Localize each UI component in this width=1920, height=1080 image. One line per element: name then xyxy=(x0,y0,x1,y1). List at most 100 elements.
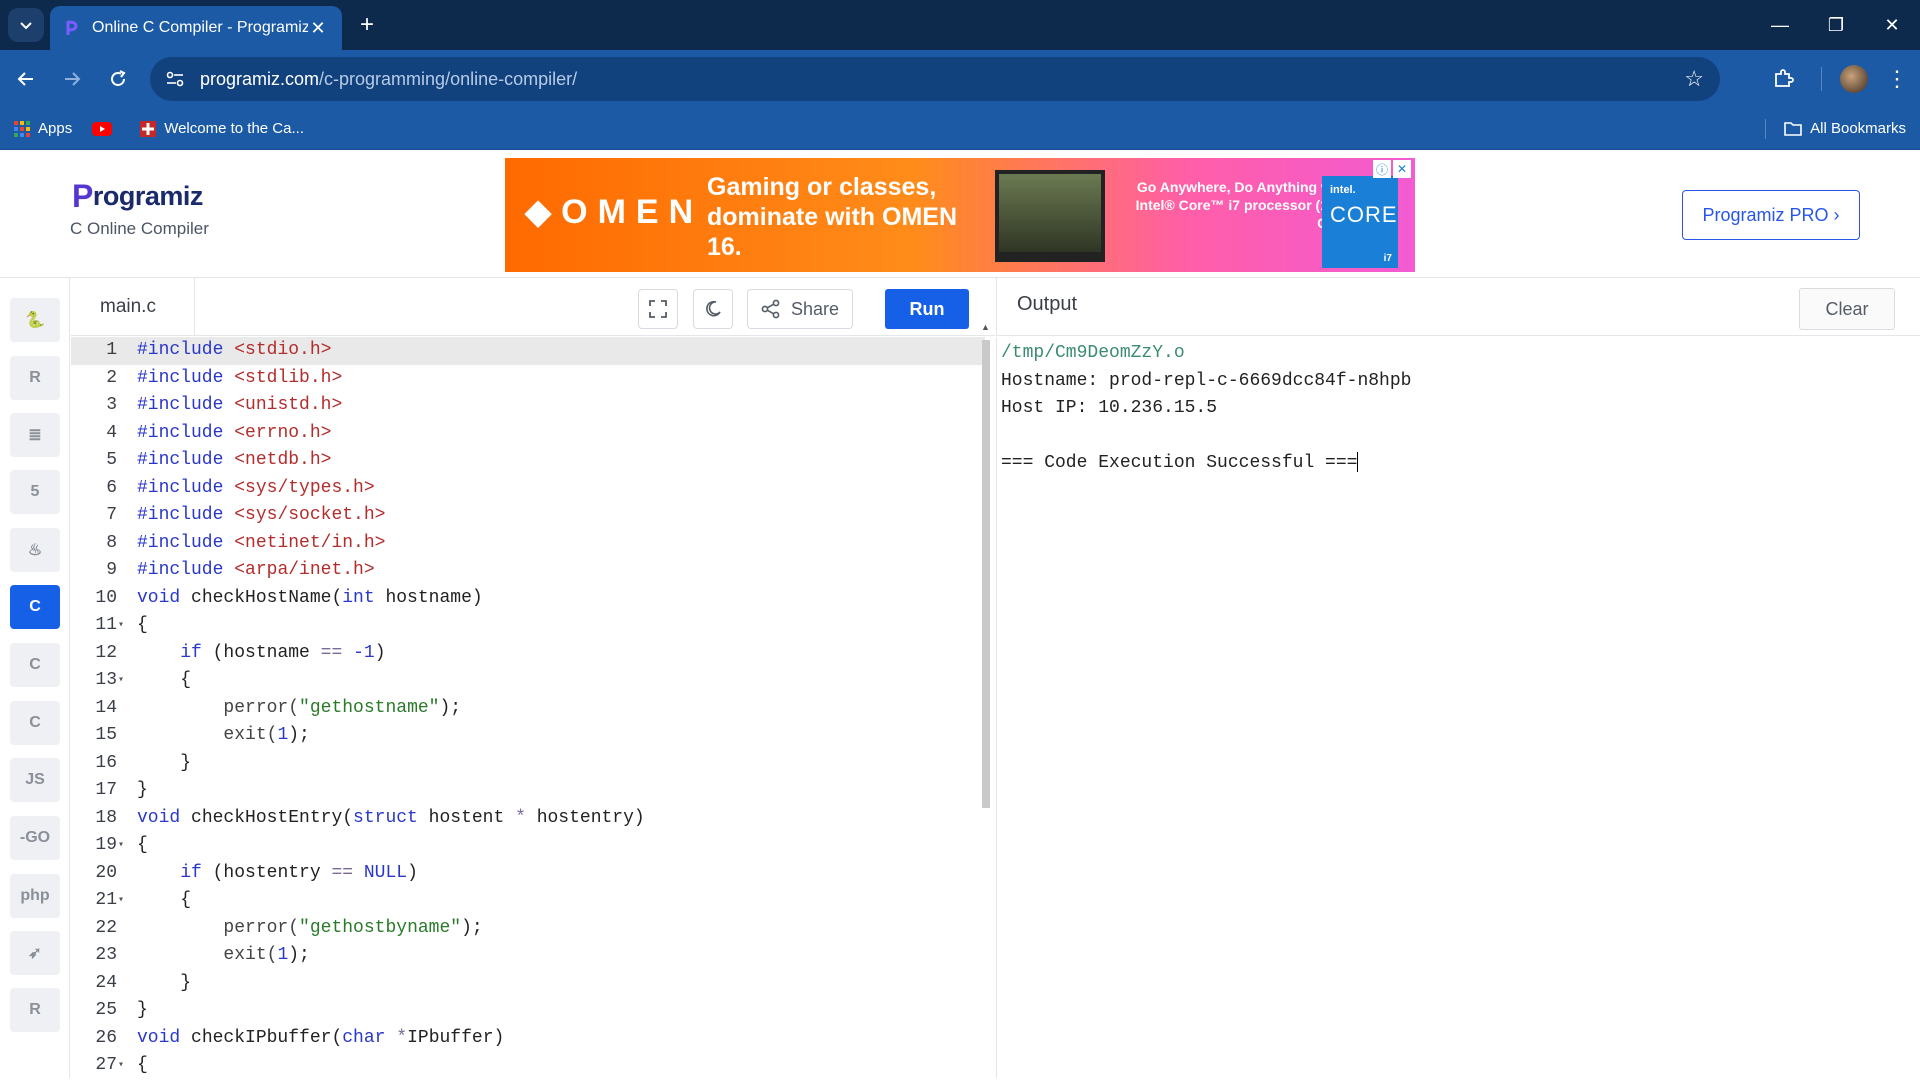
lang-python-icon[interactable]: 🐍 xyxy=(10,298,60,342)
code-token: if xyxy=(180,862,202,883)
code-text: { xyxy=(137,1052,148,1078)
code-token: -1 xyxy=(353,642,375,663)
code-text: void checkHostName(int hostname) xyxy=(137,585,483,613)
back-button[interactable] xyxy=(6,59,46,99)
code-token: perror( xyxy=(223,917,300,938)
code-line[interactable]: 6 #include <sys/types.h> xyxy=(71,475,985,503)
lang-sql-icon[interactable]: ≣ xyxy=(10,413,60,457)
code-line[interactable]: 10 void checkHostName(int hostname) xyxy=(71,585,985,613)
bookmark-label: Welcome to the Ca... xyxy=(164,120,304,137)
code-line[interactable]: 9 #include <arpa/inet.h> xyxy=(71,557,985,585)
fold-toggle-icon[interactable]: ▾ xyxy=(118,612,128,640)
code-line[interactable]: 11 ▾ { xyxy=(71,612,985,640)
lang-swift-icon[interactable]: ➶ xyxy=(10,931,60,975)
share-button[interactable]: Share xyxy=(747,289,853,329)
code-line[interactable]: 2 #include <stdlib.h> xyxy=(71,365,985,393)
code-line[interactable]: 24 } xyxy=(71,970,985,998)
lang-csharp-icon[interactable]: C xyxy=(10,701,60,745)
clear-button[interactable]: Clear xyxy=(1799,288,1895,330)
code-line[interactable]: 3 #include <unistd.h> xyxy=(71,392,985,420)
code-line[interactable]: 17} xyxy=(71,777,985,805)
programiz-logo[interactable]: Programiz C Online Compiler xyxy=(70,178,209,239)
reload-button[interactable] xyxy=(98,59,138,99)
code-line[interactable]: 22 perror("gethostbyname"); xyxy=(71,915,985,943)
lang-r-icon[interactable]: R xyxy=(10,356,60,400)
tab-close-icon[interactable]: ✕ xyxy=(308,18,328,39)
code-line[interactable]: 19 ▾ { xyxy=(71,832,985,860)
code-line[interactable]: 27 ▾ { xyxy=(71,1052,985,1078)
advertisement-banner[interactable]: ◆OMEN Gaming or classes, dominate with O… xyxy=(505,158,1415,272)
lang-javascript-icon[interactable]: JS xyxy=(10,758,60,802)
minimize-icon[interactable]: — xyxy=(1752,0,1808,50)
close-window-icon[interactable]: ✕ xyxy=(1864,0,1920,50)
lang-go-icon[interactable]: -GO xyxy=(10,816,60,860)
output-console[interactable]: /tmp/Cm9DeomZzY.o Hostname: prod-repl-c-6… xyxy=(996,337,1920,1078)
lang-php-icon[interactable]: php xyxy=(10,874,60,918)
ad-info-icon[interactable]: ⓘ xyxy=(1373,160,1391,178)
code-token: } xyxy=(137,972,192,993)
restore-icon[interactable]: ❐ xyxy=(1808,0,1864,50)
site-info-icon[interactable] xyxy=(166,71,186,87)
code-line[interactable]: 25} xyxy=(71,997,985,1025)
code-line[interactable]: 1 #include <stdio.h> xyxy=(71,337,985,365)
code-line[interactable]: 8 #include <netinet/in.h> xyxy=(71,530,985,558)
dark-mode-button[interactable] xyxy=(693,289,733,329)
code-line[interactable]: 13 ▾ { xyxy=(71,667,985,695)
folder-icon xyxy=(1784,121,1802,136)
programiz-pro-button[interactable]: Programiz PRO › xyxy=(1682,190,1860,240)
scroll-up-icon[interactable]: ▲ xyxy=(981,322,990,332)
ad-laptop-image xyxy=(995,170,1105,262)
fold-toggle-icon[interactable]: ▾ xyxy=(118,667,128,695)
lang-c-icon[interactable]: C xyxy=(10,585,60,629)
file-tab[interactable]: main.c xyxy=(71,278,195,336)
kebab-menu-icon[interactable]: ⋮ xyxy=(1886,66,1908,92)
code-line[interactable]: 23 exit(1); xyxy=(71,942,985,970)
ad-close-icon[interactable]: ✕ xyxy=(1393,160,1411,178)
output-line: /tmp/Cm9DeomZzY.o xyxy=(1001,340,1920,368)
bookmark-star-icon[interactable]: ☆ xyxy=(1684,66,1704,92)
code-line[interactable]: 5 #include <netdb.h> xyxy=(71,447,985,475)
fullscreen-button[interactable] xyxy=(638,289,678,329)
fold-toggle-icon[interactable]: ▾ xyxy=(118,887,128,915)
code-line[interactable]: 21 ▾ { xyxy=(71,887,985,915)
code-editor[interactable]: 1 #include <stdio.h> 2 #include <stdlib.h> 3… xyxy=(71,337,985,1078)
code-line[interactable]: 18 void checkHostEntry(struct hostent * h… xyxy=(71,805,985,833)
intel-badge: intel. CORE i7 xyxy=(1322,176,1398,268)
extensions-icon[interactable] xyxy=(1763,59,1803,99)
browser-tab-active[interactable]: Online C Compiler - Programiz ✕ xyxy=(50,6,342,50)
code-line[interactable]: 7 #include <sys/socket.h> xyxy=(71,502,985,530)
forward-button[interactable] xyxy=(52,59,92,99)
address-bar[interactable]: programiz.com/c-programming/online-compi… xyxy=(150,57,1720,101)
profile-avatar[interactable] xyxy=(1840,65,1868,93)
code-line[interactable]: 4 #include <errno.h> xyxy=(71,420,985,448)
editor-scrollbar[interactable] xyxy=(982,340,990,808)
lang-cpp-icon[interactable]: C xyxy=(10,643,60,687)
code-token: #include xyxy=(137,340,224,360)
fold-toggle-icon[interactable]: ▾ xyxy=(118,1052,128,1078)
lang-java-icon[interactable]: ♨ xyxy=(10,528,60,572)
tab-search-button[interactable] xyxy=(8,8,44,42)
new-tab-button[interactable]: + xyxy=(352,11,382,39)
code-line[interactable]: 14 perror("gethostname"); xyxy=(71,695,985,723)
all-bookmarks[interactable]: All Bookmarks xyxy=(1765,118,1920,139)
code-line[interactable]: 16 } xyxy=(71,750,985,778)
code-line[interactable]: 15 exit(1); xyxy=(71,722,985,750)
lang-rust-icon[interactable]: R xyxy=(10,988,60,1032)
fold-toggle-icon[interactable]: ▾ xyxy=(118,832,128,860)
bookmark-youtube[interactable] xyxy=(92,121,120,136)
forward-arrow-icon xyxy=(65,72,81,86)
code-text: { xyxy=(137,887,191,915)
run-button[interactable]: Run xyxy=(885,289,969,329)
code-line[interactable]: 20 if (hostentry == NULL) xyxy=(71,860,985,888)
code-line[interactable]: 26 void checkIPbuffer(char *IPbuffer) xyxy=(71,1025,985,1053)
code-token: <errno.h> xyxy=(234,422,332,443)
bookmark-welcome[interactable]: Welcome to the Ca... xyxy=(140,120,304,137)
code-line[interactable]: 12 if (hostname == -1) xyxy=(71,640,985,668)
line-number: 20 xyxy=(95,862,117,883)
code-text: } xyxy=(137,970,191,998)
bookmark-apps[interactable]: Apps xyxy=(14,120,72,137)
line-number: 26 xyxy=(95,1027,117,1048)
code-token: IPbuffer) xyxy=(407,1027,505,1048)
lang-html-icon[interactable]: 5 xyxy=(10,470,60,514)
